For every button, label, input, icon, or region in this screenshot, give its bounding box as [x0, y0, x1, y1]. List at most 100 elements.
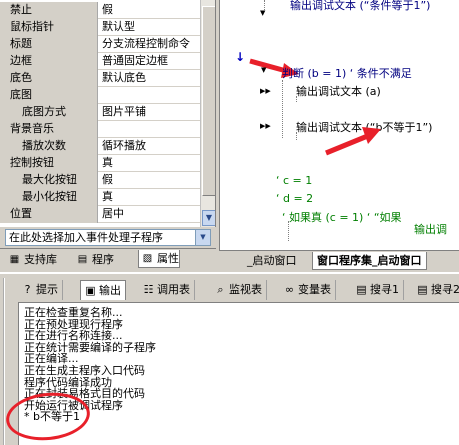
hint-icon: ?	[24, 283, 31, 296]
output-tab[interactable]: ∞ 变量表	[280, 280, 336, 300]
left-tab[interactable]: ▧ 属性	[138, 250, 180, 268]
output-tab[interactable]: ? 提示	[18, 280, 63, 300]
code-line-comment-if[interactable]: ‘ 如果真 (c = 1) ‘ “如果	[282, 209, 402, 225]
scroll-down-icon[interactable]: ▼	[202, 210, 215, 226]
property-name: 背景音乐	[0, 121, 98, 138]
property-icon: ▧	[142, 253, 153, 264]
property-row[interactable]: 控制按钮真	[0, 155, 200, 172]
property-name: 位置	[0, 206, 98, 223]
output-icon: ▣	[85, 284, 96, 297]
program-icon: ▤	[77, 254, 88, 265]
output-tab[interactable]: ☷ 调用表	[139, 280, 195, 300]
property-scrollbar[interactable]: ▼	[200, 0, 215, 227]
call-table-icon: ☷	[143, 283, 154, 296]
tree-line	[288, 221, 289, 241]
search1-icon: ▤	[356, 283, 367, 296]
property-row[interactable]: 位置 居中	[0, 206, 200, 223]
property-row[interactable]: 标题 分支流程控制命令	[0, 36, 200, 53]
property-value[interactable]: 假	[99, 2, 200, 19]
property-name: 最小化按钮	[0, 189, 98, 206]
property-row[interactable]: 底图方式 图片平铺	[0, 104, 200, 121]
tree-line	[282, 80, 283, 138]
property-value[interactable]: 真	[99, 189, 200, 206]
output-tab[interactable]: ⌕ 监视表	[211, 280, 267, 300]
left-tab[interactable]: ▦ 支持库	[6, 251, 57, 269]
left-tab-label: 支持库	[24, 253, 57, 266]
tree-line	[296, 132, 297, 140]
property-value[interactable]	[99, 121, 200, 138]
property-value[interactable]: 分支流程控制命令	[99, 36, 200, 53]
output-tab-label: 搜寻2	[431, 283, 459, 296]
property-row[interactable]: 最小化按钮真	[0, 189, 200, 206]
variable-table-icon: ∞	[284, 283, 295, 296]
code-editor[interactable]: ▼ 输出调试文本 (“条件等于1”) ↓ ▼ 判断 (b = 1) ‘ 条件不满…	[219, 0, 459, 250]
property-row[interactable]: 最大化按钮假	[0, 172, 200, 189]
code-line-comment-d[interactable]: ‘ d = 2	[276, 192, 313, 205]
output-tab-label: 提示	[36, 283, 58, 296]
code-line-debug-a[interactable]: 输出调试文本 (a)	[296, 83, 381, 99]
editor-tab[interactable]: 窗口程序集_启动窗口	[312, 252, 427, 270]
property-value[interactable]	[99, 87, 200, 104]
editor-gutter	[220, 0, 242, 250]
property-row[interactable]: 鼠标指针 默认型	[0, 19, 200, 36]
output-tab[interactable]: ▤ 搜寻2	[413, 280, 459, 300]
property-value[interactable]: 循环播放	[99, 138, 200, 155]
annotation-arrow-icon	[325, 127, 381, 156]
event-handler-select[interactable]: 在此处选择加入事件处理子程序 ▼	[5, 229, 211, 246]
left-panel-tabs: ▦ 支持库 ▤ 程序 ▧ 属性	[0, 248, 216, 270]
flow-marker-icon: ▶▶	[260, 87, 271, 95]
event-handler-select-label: 在此处选择加入事件处理子程序	[9, 231, 163, 244]
output-tab-label: 调用表	[157, 283, 190, 296]
left-tab[interactable]: ▤ 程序	[74, 251, 114, 269]
property-name: 播放次数	[0, 138, 98, 155]
code-line-comment-if-body[interactable]: 输出调	[414, 221, 447, 237]
property-row[interactable]: 底色 默认底色	[0, 70, 200, 87]
property-value[interactable]: 普通固定边框	[99, 53, 200, 70]
library-icon: ▦	[9, 254, 20, 265]
left-tab-label: 程序	[92, 253, 114, 266]
collapse-arrow-icon[interactable]: ▼	[260, 9, 265, 17]
chevron-down-icon[interactable]: ▼	[195, 230, 210, 245]
search2-icon: ▤	[417, 283, 428, 296]
output-tab-label: 搜寻1	[370, 283, 399, 296]
tree-line	[296, 96, 297, 102]
flow-marker-icon: ▶▶	[260, 122, 271, 130]
property-row[interactable]: 播放次数 循环播放	[0, 138, 200, 155]
property-name: 鼠标指针	[0, 19, 98, 36]
output-tab[interactable]: ▤ 搜寻1	[352, 280, 404, 300]
property-name: 底色	[0, 70, 98, 87]
editor-tab[interactable]: _启动窗口	[243, 252, 301, 270]
output-tabs: ? 提示 ▣ 输出 ☷ 调用表 ⌕ 监视表 ∞ 变量表 ▤ 搜寻1 ▤ 搜寻2	[18, 280, 459, 300]
code-line-judge[interactable]: 判断 (b = 1) ‘ 条件不满足	[282, 65, 412, 81]
output-tab-label: 输出	[99, 284, 121, 297]
output-tab-label: 变量表	[298, 283, 331, 296]
property-name: 底图	[0, 87, 98, 104]
property-name: 标题	[0, 36, 98, 53]
property-value[interactable]: 真	[99, 155, 200, 172]
property-name: 禁止	[0, 2, 98, 19]
watch-table-icon: ⌕	[217, 283, 224, 296]
property-value[interactable]: 居中	[99, 206, 200, 223]
property-name: 控制按钮	[0, 155, 98, 172]
property-value[interactable]: 假	[99, 172, 200, 189]
property-name: 底图方式	[0, 104, 98, 121]
code-line-debug-equal[interactable]: 输出调试文本 (“条件等于1”)	[290, 0, 430, 13]
current-line-arrow-icon: ↓	[235, 50, 246, 64]
property-name: 边框	[0, 53, 98, 70]
property-row[interactable]: 边框 普通固定边框	[0, 53, 200, 70]
code-line-comment-c[interactable]: ‘ c = 1	[276, 174, 312, 187]
editor-tabs: _启动窗口 窗口程序集_启动窗口	[219, 250, 459, 270]
scrollbar-thumb[interactable]	[202, 6, 215, 196]
property-value[interactable]: 默认底色	[99, 70, 200, 87]
property-row[interactable]: 禁止假	[0, 2, 200, 19]
output-tab[interactable]: ▣ 输出	[80, 280, 126, 300]
property-value[interactable]: 默认型	[99, 19, 200, 36]
property-name: 最大化按钮	[0, 172, 98, 189]
property-value[interactable]: 图片平铺	[99, 104, 200, 121]
property-row[interactable]: 背景音乐	[0, 121, 200, 138]
left-tab-label: 属性	[157, 252, 179, 265]
property-grid[interactable]: 禁止假鼠标指针 默认型 标题 分支流程控制命令 边框 普通固定边框 底色 默认底色 底图 底图方式…	[0, 0, 216, 227]
output-tab-label: 监视表	[229, 283, 262, 296]
property-row[interactable]: 底图	[0, 87, 200, 104]
collapse-arrow-icon[interactable]: ▼	[261, 66, 266, 74]
